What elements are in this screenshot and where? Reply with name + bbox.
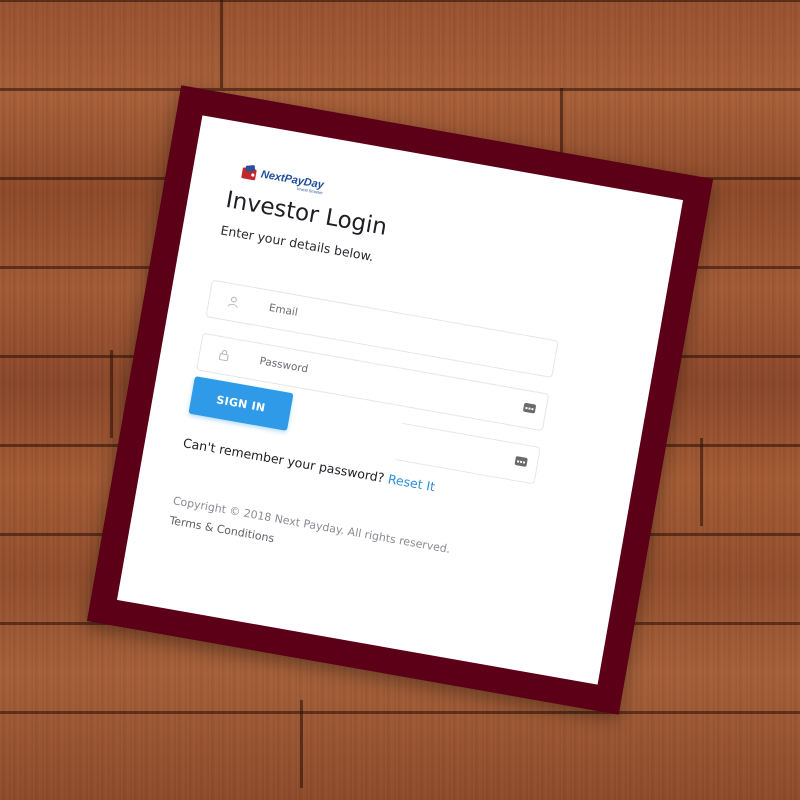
lock-icon [218,349,229,362]
logo-text: NextPayDay [260,168,325,191]
email-placeholder: Email [267,301,299,319]
reset-password-link[interactable]: Reset It [387,471,436,494]
wood-seam [700,438,703,526]
wood-seam [220,0,223,88]
wood-seam [110,350,113,438]
wood-seam [300,700,303,788]
maroon-frame: NextPayDay Invest Smarter Investor Login… [86,85,714,715]
keyboard-icon[interactable] [522,402,537,414]
keyboard-icon[interactable] [514,456,528,467]
user-icon [227,296,238,308]
login-card: NextPayDay Invest Smarter Investor Login… [116,115,684,685]
password-placeholder: Password [258,355,309,376]
forgot-password-label: Can't remember your password? [182,435,386,486]
wallet-icon [241,165,257,181]
brand-logo[interactable]: NextPayDay Invest Smarter [240,163,325,195]
